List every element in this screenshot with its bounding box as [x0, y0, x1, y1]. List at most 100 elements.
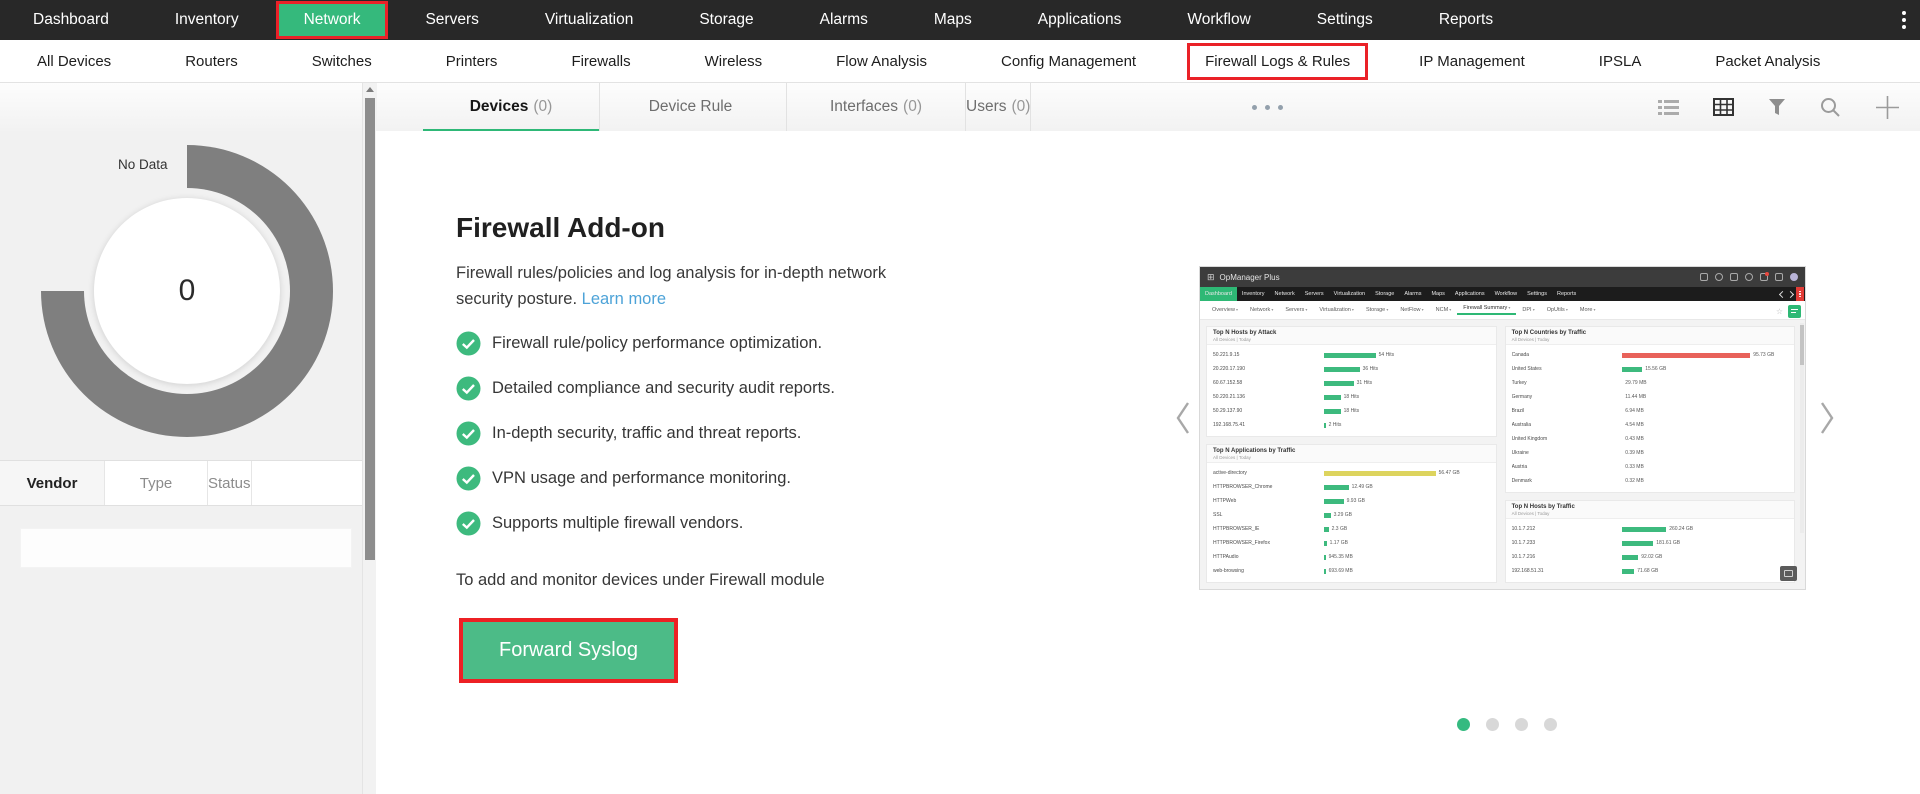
preview-subnav-item: NCM [1430, 307, 1458, 313]
carousel-prev-icon[interactable] [1174, 400, 1192, 441]
tabs: Devices (0) Device Rule Interfaces (0) U… [423, 83, 1032, 132]
preview-panel-subtitle: All Devices | Today [1511, 337, 1550, 342]
tab[interactable]: Users (0) [966, 83, 1032, 131]
primary-nav-item[interactable]: Virtualization [512, 0, 666, 40]
preview-bar-row: Canada 95.73 GB [1511, 352, 1775, 358]
primary-nav-item[interactable]: Dashboard [0, 0, 142, 40]
check-icon [456, 376, 481, 400]
network-subnav: All Devices Routers Switches Printers Fi… [0, 40, 1920, 83]
carousel-dot[interactable] [1457, 718, 1470, 731]
subnav-item[interactable]: Routers [148, 53, 275, 70]
grid-view-icon[interactable] [1713, 98, 1734, 116]
primary-nav-item[interactable]: Alarms [787, 0, 901, 40]
preview-bar [1323, 498, 1344, 504]
subnav-item[interactable]: IPSLA [1562, 53, 1679, 70]
preview-bar [1622, 366, 1643, 372]
subnav-item[interactable]: Switches [275, 53, 409, 70]
subnav-item[interactable]: Flow Analysis [799, 53, 964, 70]
preview-widget-panel: Top N Applications by Traffic All Device… [1206, 444, 1497, 583]
preview-bar [1323, 380, 1354, 386]
search-icon[interactable] [1820, 97, 1841, 118]
subnav-item[interactable]: IP Management [1382, 53, 1562, 70]
preview-bar-row: 192.168.75.41 2 Hits [1213, 422, 1342, 428]
carousel-dot[interactable] [1515, 718, 1528, 731]
sidebar-tab[interactable]: Vendor [0, 461, 105, 505]
preview-bar [1622, 540, 1654, 546]
preview-menu-item: Applications [1454, 291, 1485, 297]
preview-icon [1745, 273, 1753, 281]
sidebar-tab[interactable]: Status [208, 461, 252, 505]
preview-bar [1323, 422, 1326, 428]
preview-bar-row: Brazil 6.94 MB [1511, 408, 1644, 414]
preview-bar [1323, 512, 1331, 518]
preview-bar-row: HTTPBROWSER_IE 2.3 GB [1213, 526, 1348, 532]
preview-bar [1323, 540, 1327, 546]
preview-bar [1323, 470, 1436, 476]
preview-bar-row: Turkey 29.79 MB [1511, 380, 1647, 386]
primary-nav-item[interactable]: Maps [901, 0, 1005, 40]
list-view-icon[interactable] [1658, 99, 1679, 116]
preview-notification-icon [1760, 272, 1769, 281]
primary-nav-item[interactable]: Inventory [142, 0, 272, 40]
preview-subnav-item: Storage [1360, 307, 1394, 313]
subnav-item[interactable]: Printers [409, 53, 535, 70]
preview-bar-row: active-directory 56.47 GB [1213, 470, 1460, 476]
preview-menu-item: Settings [1527, 291, 1547, 297]
preview-menu-item: Alarms [1404, 291, 1422, 297]
preview-subnav-item: Firewall Summary [1457, 305, 1517, 315]
tab[interactable]: Interfaces (0) [787, 83, 966, 131]
subnav-item[interactable]: Firewalls [534, 53, 667, 70]
preview-menu-item: Maps [1431, 291, 1445, 297]
preview-widget-panel: Top N Hosts by Traffic All Devices | Tod… [1504, 500, 1796, 583]
tab[interactable]: Devices (0) [423, 83, 600, 132]
sidebar-scrollbar[interactable] [362, 83, 377, 794]
subnav-item[interactable]: Wireless [668, 53, 800, 70]
subnav-item[interactable]: Packet Analysis [1678, 53, 1857, 70]
addon-description: Firewall rules/policies and log analysis… [456, 263, 887, 308]
filter-icon[interactable] [1768, 98, 1786, 116]
primary-nav-item[interactable]: Network [275, 1, 389, 39]
primary-nav-item[interactable]: Servers [392, 0, 511, 40]
preview-bar [1622, 352, 1751, 358]
primary-nav-item[interactable]: Storage [666, 0, 786, 40]
scrollbar-thumb[interactable] [365, 98, 375, 560]
tab[interactable]: Device Rule [600, 83, 787, 131]
add-icon[interactable] [1875, 95, 1900, 120]
device-summary-sidebar: No Data 0 Vendor Type Status [0, 131, 362, 794]
forward-syslog-button[interactable]: Forward Syslog [459, 618, 678, 683]
preview-subnav-item: OpUtils [1541, 307, 1574, 313]
preview-bar [1323, 484, 1349, 490]
preview-subnav-item: Network [1244, 307, 1279, 313]
preview-bar-row: HTTPWeb 9.93 GB [1213, 498, 1365, 504]
preview-bar [1622, 554, 1639, 560]
scroll-up-arrow-icon[interactable] [366, 87, 374, 92]
kebab-menu-icon[interactable] [1888, 0, 1920, 40]
preview-subnav-item: DPI [1516, 307, 1540, 313]
subnav-item[interactable]: All Devices [0, 53, 148, 70]
primary-nav-item[interactable]: Settings [1284, 0, 1406, 40]
primary-nav-item[interactable]: Workflow [1154, 0, 1283, 40]
preview-header-icons [1700, 272, 1798, 281]
sidebar-filter-box[interactable] [20, 528, 352, 568]
carousel-next-icon[interactable] [1818, 400, 1836, 441]
firewall-addon-panel: Firewall Add-on Firewall rules/policies … [376, 131, 1920, 794]
preview-widget-panel: Top N Countries by Traffic All Devices |… [1504, 326, 1796, 493]
preview-bar-row: 192.168.51.31 71.68 GB [1511, 568, 1659, 574]
primary-nav-item[interactable]: Reports [1406, 0, 1526, 40]
preview-bar [1323, 352, 1376, 358]
preview-bar-row: 10.1.7.212 260.24 GB [1511, 526, 1694, 532]
subnav-item[interactable]: Firewall Logs & Rules [1187, 42, 1369, 80]
carousel-dot[interactable] [1544, 718, 1557, 731]
sidebar-tab[interactable]: Type [105, 461, 208, 505]
preview-bar-row: Australia 4.54 MB [1511, 422, 1644, 428]
primary-nav-item[interactable]: Applications [1005, 0, 1155, 40]
learn-more-link[interactable]: Learn more [582, 290, 666, 308]
check-icon [456, 331, 481, 355]
preview-bar-row: 50.29.137.90 18 Hits [1213, 408, 1360, 414]
preview-menu-item: Network [1274, 291, 1295, 297]
carousel-dot[interactable] [1486, 718, 1499, 731]
primary-nav: Dashboard Inventory Network Servers Virt… [0, 0, 1920, 40]
preview-dashboard-body: Top N Hosts by Attack All Devices | Toda… [1200, 320, 1805, 589]
more-tabs-ellipsis-icon[interactable] [1248, 83, 1287, 131]
subnav-item[interactable]: Config Management [964, 53, 1173, 70]
